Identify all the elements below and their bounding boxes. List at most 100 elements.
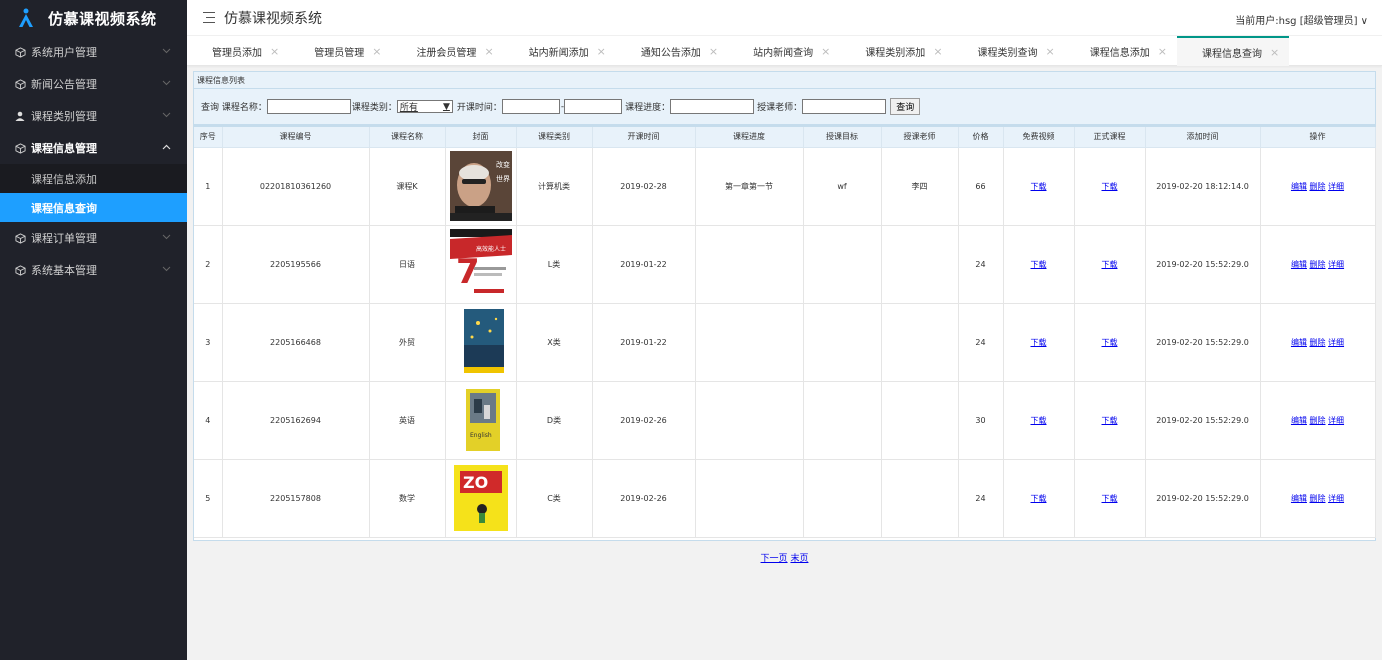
course-name-label: 查询 课程名称： — [201, 103, 267, 113]
free-video-download-link[interactable]: 下载 — [1031, 182, 1047, 191]
delete-link[interactable]: 删除 — [1310, 416, 1326, 425]
tab-1[interactable]: 管理员添加 × — [187, 36, 289, 66]
cell-no: 5 — [194, 459, 223, 538]
last-page-link[interactable]: 末页 — [790, 554, 808, 564]
formal-course-download-link[interactable]: 下载 — [1102, 494, 1118, 503]
edit-link[interactable]: 编辑 — [1291, 494, 1307, 503]
close-icon[interactable]: × — [933, 45, 942, 58]
column-header: 授课目标 — [803, 127, 882, 148]
cell-category: L类 — [516, 225, 593, 304]
tab-6[interactable]: 站内新闻查询 × — [728, 36, 840, 66]
cell-added-text: 2019-02-20 18:12:14.0 — [1156, 181, 1249, 191]
current-user-menu[interactable]: 当前用户:hsg [超级管理员] ∨ — [1235, 12, 1368, 27]
tab-8[interactable]: 课程类别查询 × — [953, 36, 1065, 66]
close-icon[interactable]: × — [270, 45, 279, 58]
close-icon[interactable]: × — [372, 45, 381, 58]
edit-link[interactable]: 编辑 — [1291, 416, 1307, 425]
table-row: 5 2205157808 数学 ZO C类 2019-02-26 24 下载 下载 2019-02… — [194, 459, 1376, 538]
close-icon[interactable]: × — [1158, 45, 1167, 58]
sidebar-item-label: 系统用户管理 — [31, 46, 97, 59]
chevron-down-icon — [162, 47, 171, 57]
course-name-input[interactable] — [266, 99, 351, 114]
cell-ops: 编辑 删除 详细 — [1260, 459, 1376, 538]
formal-course-download-link[interactable]: 下载 — [1102, 338, 1118, 347]
delete-link[interactable]: 删除 — [1310, 260, 1326, 269]
delete-link[interactable]: 删除 — [1310, 494, 1326, 503]
edit-link[interactable]: 编辑 — [1291, 260, 1307, 269]
tab-5[interactable]: 通知公告添加 × — [616, 36, 728, 66]
cell-added: 2019-02-20 15:52:29.0 — [1145, 225, 1261, 304]
formal-course-download-link[interactable]: 下载 — [1102, 416, 1118, 425]
app-title: 仿慕课视频系统 — [48, 9, 157, 28]
detail-link[interactable]: 详细 — [1328, 494, 1344, 503]
column-header: 添加时间 — [1145, 127, 1261, 148]
sidebar-subitem-2[interactable]: 课程信息查询 — [0, 193, 187, 222]
sidebar-item-4[interactable]: 课程信息管理 — [0, 132, 187, 164]
progress-label: 课程进度： — [625, 103, 671, 113]
start-time-label: 开课时间： — [456, 103, 502, 113]
detail-link[interactable]: 详细 — [1328, 338, 1344, 347]
tab-4[interactable]: 站内新闻添加 × — [504, 36, 616, 66]
free-video-download-link[interactable]: 下载 — [1031, 494, 1047, 503]
close-icon[interactable]: × — [709, 45, 718, 58]
detail-link[interactable]: 详细 — [1328, 182, 1344, 191]
teacher-input[interactable] — [802, 99, 887, 114]
tab-2[interactable]: 管理员管理 × — [289, 36, 391, 66]
tab-bar: 管理员添加 × 管理员管理 × 注册会员管理 × 站内新闻添加 × 通知公告添加 × 站内新闻查询 ×… — [187, 36, 1382, 66]
close-icon[interactable]: × — [597, 45, 606, 58]
sidebar-item-5[interactable]: 课程订单管理 — [0, 222, 187, 254]
cell-teacher — [881, 381, 959, 460]
close-icon[interactable]: × — [1046, 45, 1055, 58]
delete-link[interactable]: 删除 — [1310, 182, 1326, 191]
course-table: 序号 课程编号 课程名称 封面 课程类别 开课时间 课程进度 授课目标 授课老师 价格 免费视频 正式… — [194, 127, 1376, 538]
free-video-download-link[interactable]: 下载 — [1031, 338, 1047, 347]
formal-course-download-link[interactable]: 下载 — [1102, 260, 1118, 269]
cell-start-text: 2019-02-26 — [620, 415, 667, 425]
table-header-row: 序号 课程编号 课程名称 封面 课程类别 开课时间 课程进度 授课目标 授课老师 价格 免费视频 正式… — [194, 127, 1376, 148]
progress-input[interactable] — [670, 99, 755, 114]
close-icon[interactable]: × — [1270, 46, 1279, 59]
tab-10[interactable]: 课程信息查询 × — [1176, 36, 1290, 66]
category-select[interactable]: 所有 ▼ — [396, 100, 453, 113]
start-time-to-input[interactable] — [564, 99, 623, 114]
column-header: 课程类别 — [516, 127, 593, 148]
detail-link[interactable]: 详细 — [1328, 260, 1344, 269]
edit-link[interactable]: 编辑 — [1291, 338, 1307, 347]
cell-name-text: 外贸 — [399, 337, 415, 347]
cell-category: 计算机类 — [516, 147, 593, 226]
formal-course-download-link[interactable]: 下载 — [1102, 182, 1118, 191]
cell-name: 课程K — [369, 147, 446, 226]
menu-toggle-icon[interactable] — [203, 12, 215, 23]
detail-link[interactable]: 详细 — [1328, 416, 1344, 425]
tab-7[interactable]: 课程类别添加 × — [840, 36, 952, 66]
cell-category: X类 — [516, 303, 593, 382]
cube-icon — [14, 232, 26, 244]
close-icon[interactable]: × — [484, 45, 493, 58]
cell-category-text: D类 — [546, 415, 562, 425]
cell-added: 2019-02-20 18:12:14.0 — [1145, 147, 1261, 226]
cell-formal: 下载 — [1074, 459, 1146, 538]
free-video-download-link[interactable]: 下载 — [1031, 416, 1047, 425]
tab-9[interactable]: 课程信息添加 × — [1065, 36, 1177, 66]
next-page-link[interactable]: 下一页 — [761, 554, 788, 564]
cell-no-text: 4 — [205, 415, 211, 425]
cell-ops: 编辑 删除 详细 — [1260, 225, 1376, 304]
tab-3[interactable]: 注册会员管理 × — [391, 36, 503, 66]
column-header: 价格 — [958, 127, 1004, 148]
sidebar-item-1[interactable]: 系统用户管理 — [0, 36, 187, 68]
close-icon[interactable]: × — [821, 45, 830, 58]
free-video-download-link[interactable]: 下载 — [1031, 260, 1047, 269]
sidebar-item-2[interactable]: 新闻公告管理 — [0, 68, 187, 100]
sidebar-item-3[interactable]: 课程类别管理 — [0, 100, 187, 132]
start-time-from-input[interactable] — [501, 99, 560, 114]
sidebar-subitem-1[interactable]: 课程信息添加 — [0, 164, 187, 193]
cell-progress — [695, 303, 804, 382]
sidebar-item-6[interactable]: 系统基本管理 — [0, 254, 187, 286]
cell-added-text: 2019-02-20 15:52:29.0 — [1156, 493, 1249, 503]
svg-text:English: English — [470, 432, 492, 439]
edit-link[interactable]: 编辑 — [1291, 182, 1307, 191]
logo[interactable]: 仿慕课视频系统 — [0, 0, 187, 36]
cell-no: 1 — [194, 147, 223, 226]
query-button[interactable]: 查询 — [890, 98, 921, 115]
delete-link[interactable]: 删除 — [1310, 338, 1326, 347]
